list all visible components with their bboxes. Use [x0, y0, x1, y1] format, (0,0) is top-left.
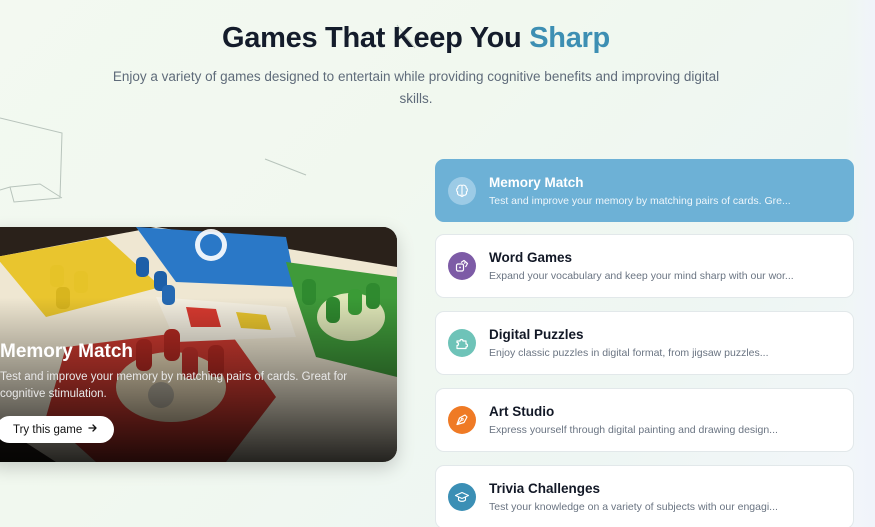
game-item-title: Word Games: [489, 250, 573, 265]
game-item-title: Memory Match: [489, 174, 584, 190]
arrow-right-icon: [88, 423, 98, 436]
featured-game-description: Test and improve your memory by matching…: [0, 371, 348, 400]
dice-icon: [448, 252, 476, 280]
page-title: Games That Keep You Sharp: [0, 22, 832, 55]
featured-game-title: Memory Match: [0, 341, 134, 362]
game-item-description: Test and improve your memory by matching…: [489, 194, 791, 207]
game-item-title: Art Studio: [489, 404, 555, 419]
game-item-description: Test your knowledge on a variety of subj…: [489, 501, 778, 513]
game-item-description: Express yourself through digital paintin…: [489, 424, 778, 436]
brush-icon: [448, 406, 476, 434]
page-subtitle: Enjoy a variety of games designed to ent…: [112, 69, 720, 106]
try-this-game-label: Try this game: [13, 423, 83, 436]
game-item-art-studio[interactable]: Art Studio Express yourself through digi…: [435, 388, 854, 452]
brain-icon: [448, 176, 476, 205]
title-accent: Sharp: [529, 22, 610, 54]
game-item-description: Expand your vocabulary and keep your min…: [489, 270, 794, 282]
game-item-title: Digital Puzzles: [489, 327, 584, 342]
puzzle-icon: [448, 329, 476, 357]
title-main: Games That Keep You: [222, 22, 522, 54]
try-this-game-button[interactable]: Try this game: [0, 416, 115, 443]
game-item-memory-match[interactable]: Memory Match Test and improve your memor…: [435, 159, 854, 222]
game-item-word-games[interactable]: Word Games Expand your vocabulary and ke…: [435, 234, 854, 298]
game-item-digital-puzzles[interactable]: Digital Puzzles Enjoy classic puzzles in…: [435, 311, 854, 375]
game-item-title: Trivia Challenges: [489, 481, 601, 496]
game-item-description: Enjoy classic puzzles in digital format,…: [489, 347, 769, 359]
game-item-trivia-challenges[interactable]: Trivia Challenges Test your knowledge on…: [435, 465, 854, 527]
graduation-cap-icon: [448, 483, 476, 511]
